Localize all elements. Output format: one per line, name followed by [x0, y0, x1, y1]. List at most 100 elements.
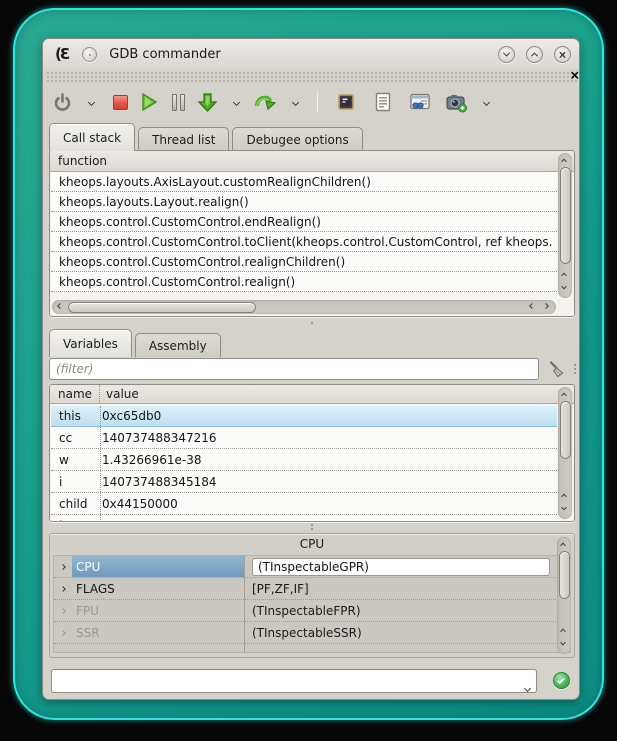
command-input[interactable] [52, 670, 536, 692]
callstack-horizontal-scrollbar[interactable] [52, 300, 556, 314]
scroll-down-icon[interactable] [561, 284, 567, 290]
memory-view-button[interactable] [335, 89, 357, 115]
variable-value: 1.43266961e-38 [92, 453, 202, 467]
callstack-row[interactable]: kheops.control.CustomControl.realign() [51, 272, 557, 292]
chevron-right-icon [60, 608, 66, 614]
callstack-row[interactable]: kheops.layouts.AxisLayout.customRealignC… [51, 172, 557, 192]
callstack-row[interactable]: kheops.control.CustomControl.realignChil… [51, 252, 557, 272]
disassembly-button[interactable] [372, 89, 394, 115]
power-dropdown-button[interactable] [80, 89, 102, 115]
run-button[interactable] [138, 89, 160, 115]
variables-list: this 0xc65db0 cc 140737488347216 w 1.432… [51, 405, 557, 521]
power-button[interactable] [51, 89, 73, 115]
variable-value: 140737488345184 [92, 475, 217, 489]
tab-variables[interactable]: Variables [49, 329, 132, 357]
scroll-right-icon[interactable] [543, 303, 549, 309]
execute-command-button[interactable] [553, 672, 570, 689]
chevron-down-icon [482, 98, 489, 105]
callstack-column-header[interactable]: function [50, 151, 574, 172]
tab-label: Call stack [63, 131, 121, 145]
variable-value: 1.43266961e-38 [92, 519, 202, 522]
scrollbar-thumb[interactable] [559, 551, 570, 599]
scrollbar-thumb[interactable] [560, 401, 571, 459]
tab-label: Thread list [152, 133, 215, 147]
register-value: (TInspectableSSR) [244, 626, 362, 640]
step-into-button[interactable] [196, 89, 218, 115]
expand-button[interactable] [54, 609, 72, 613]
step-over-button[interactable] [254, 89, 277, 115]
variable-row-selected[interactable]: this 0xc65db0 [51, 405, 557, 427]
scroll-down-icon[interactable] [561, 505, 567, 511]
scroll-up-icon[interactable] [561, 159, 567, 165]
scrollbar-thumb[interactable] [68, 302, 256, 313]
variables-vertical-scrollbar[interactable] [558, 387, 572, 519]
column-divider [100, 406, 101, 426]
combo-dropdown-button[interactable] [525, 676, 530, 695]
expand-button[interactable] [54, 565, 72, 569]
callstack-vertical-scrollbar[interactable] [558, 153, 572, 298]
step-into-dropdown-button[interactable] [225, 89, 247, 115]
cpu-row[interactable]: FLAGS [PF,ZF,IF] [54, 578, 570, 600]
debug-toolbar [51, 85, 575, 119]
inspect-button[interactable] [445, 89, 468, 115]
toolbar-dock-handle[interactable] [45, 70, 577, 83]
expand-button[interactable] [54, 587, 72, 591]
scroll-left-icon[interactable] [57, 303, 63, 309]
chevron-right-icon [60, 564, 66, 570]
chevron-up-icon [531, 52, 538, 59]
maximize-button[interactable] [526, 46, 543, 63]
check-icon [557, 676, 565, 684]
cpu-vertical-scrollbar[interactable] [557, 537, 571, 654]
watches-button[interactable] [409, 89, 431, 115]
tab-assembly[interactable]: Assembly [135, 333, 221, 357]
cpu-row-selected[interactable]: CPU (TInspectableGPR) [54, 556, 570, 578]
filter-input[interactable] [49, 358, 539, 380]
variable-name: b [51, 519, 92, 522]
variables-panel: name value this 0xc65db0 cc 140737488347… [49, 384, 575, 522]
scrollbar-thumb[interactable] [560, 167, 571, 264]
variable-row[interactable]: w 1.43266961e-38 [51, 449, 557, 471]
variable-row[interactable]: child 0x44150000 [51, 493, 557, 515]
close-button[interactable] [554, 46, 571, 63]
tab-call-stack[interactable]: Call stack [49, 123, 135, 151]
callstack-row[interactable]: kheops.control.CustomControl.endRealign(… [51, 212, 557, 232]
step-over-dropdown-button[interactable] [284, 89, 306, 115]
scroll-up-icon[interactable] [560, 543, 566, 549]
titlebar[interactable]: (Ɛ GDB commander [43, 39, 579, 69]
callstack-row[interactable]: kheops.control.CustomControl.toClient(kh… [51, 232, 557, 252]
tab-label: Assembly [149, 339, 207, 353]
cpu-row-disabled[interactable]: SSR (TInspectableSSR) [54, 622, 570, 644]
column-divider [100, 471, 101, 492]
command-combobox[interactable] [51, 669, 537, 693]
callstack-row[interactable]: kheops.layouts.Layout.realign() [51, 192, 557, 212]
scroll-down-icon[interactable] [560, 640, 566, 646]
variables-column-headers[interactable]: name value [50, 385, 574, 404]
expand-button[interactable] [54, 631, 72, 635]
scroll-up-icon[interactable] [561, 494, 567, 500]
shade-button[interactable] [498, 46, 515, 63]
toolbar-separator [317, 91, 318, 113]
pane-splitter[interactable] [49, 523, 575, 531]
window-menu-button[interactable] [82, 47, 97, 62]
desktop-background: (Ɛ GDB commander [0, 0, 617, 741]
variable-row[interactable]: b 1.43266961e-38 [51, 515, 557, 521]
tab-debugee-options[interactable]: Debugee options [232, 127, 362, 151]
power-icon [53, 93, 72, 112]
scroll-up-icon[interactable] [561, 273, 567, 279]
register-value-editor[interactable]: (TInspectableGPR) [252, 558, 550, 576]
tab-thread-list[interactable]: Thread list [138, 127, 229, 151]
inspect-dropdown-button[interactable] [475, 89, 497, 115]
scroll-up-icon[interactable] [560, 629, 566, 635]
chevron-down-icon [291, 98, 298, 105]
scroll-left-icon[interactable] [529, 303, 535, 309]
clear-filter-button[interactable] [547, 360, 566, 379]
disassembly-icon [374, 92, 392, 112]
stop-button[interactable] [109, 89, 131, 115]
variable-row[interactable]: i 140737488345184 [51, 471, 557, 493]
chevron-down-icon [503, 49, 510, 56]
pane-splitter[interactable] [49, 319, 575, 327]
cpu-row-disabled[interactable]: FPU (TInspectableFPR) [54, 600, 570, 622]
scroll-up-icon[interactable] [561, 393, 567, 399]
variable-row[interactable]: cc 140737488347216 [51, 427, 557, 449]
pause-button[interactable] [167, 89, 189, 115]
